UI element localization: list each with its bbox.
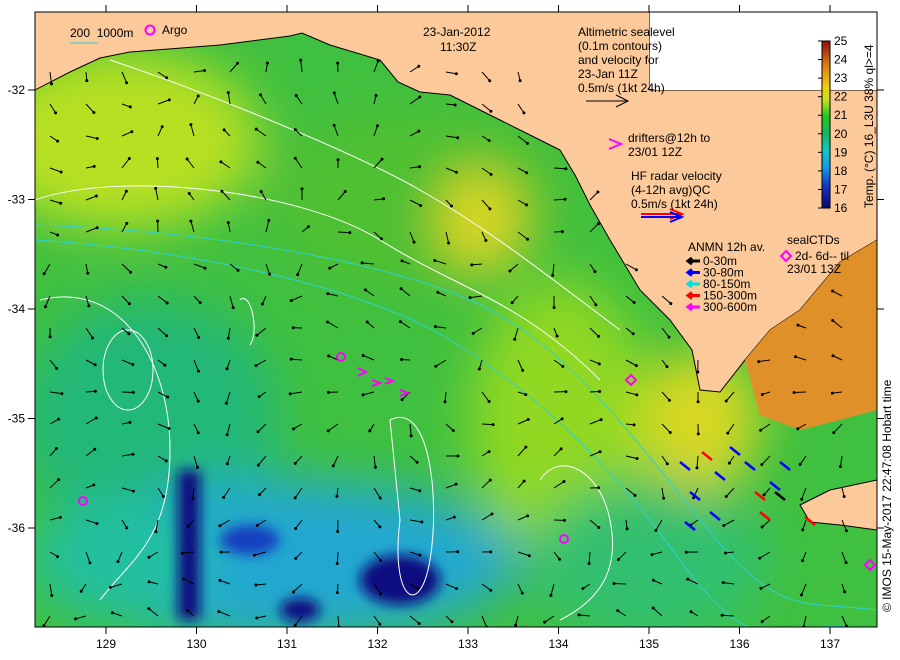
velocity-arrow bbox=[481, 423, 494, 426]
svg-text:23/01 12Z: 23/01 12Z bbox=[628, 145, 682, 159]
svg-text:23-Jan 11Z: 23-Jan 11Z bbox=[578, 67, 638, 81]
svg-text:0.5m/s (1kt 24h): 0.5m/s (1kt 24h) bbox=[578, 81, 665, 95]
colorbar-tick: 19 bbox=[834, 145, 848, 159]
x-tick-label: 132 bbox=[367, 637, 387, 651]
map-time: 11:30Z bbox=[440, 40, 476, 54]
svg-text:HF radar velocity: HF radar velocity bbox=[631, 169, 722, 183]
y-tick-label: -33 bbox=[8, 193, 26, 207]
depth-legend-label: 200 1000m bbox=[70, 26, 133, 40]
x-tick-label: 133 bbox=[458, 637, 478, 651]
colorbar-tick: 22 bbox=[834, 90, 848, 104]
velocity-arrow bbox=[337, 231, 350, 234]
x-tick-label: 130 bbox=[186, 637, 206, 651]
svg-text:2d- 6d-- til: 2d- 6d-- til bbox=[795, 249, 849, 263]
y-tick-label: -36 bbox=[8, 521, 26, 535]
velocity-arrow bbox=[614, 582, 627, 585]
colorbar-tick: 24 bbox=[834, 53, 848, 67]
svg-text:23/01 13Z: 23/01 13Z bbox=[787, 262, 841, 276]
y-tick-label: -35 bbox=[8, 412, 26, 426]
svg-text:Altimetric sealevel: Altimetric sealevel bbox=[578, 25, 675, 39]
y-tick-label: -32 bbox=[8, 83, 26, 97]
y-tick-label: -34 bbox=[8, 302, 26, 316]
argo-legend-label: Argo bbox=[162, 23, 188, 37]
svg-text:drifters@12h to: drifters@12h to bbox=[628, 131, 711, 145]
svg-text:0.5m/s (1kt 24h): 0.5m/s (1kt 24h) bbox=[631, 197, 718, 211]
colorbar-tick: 18 bbox=[834, 164, 848, 178]
colorbar-label: Temp. (°C) 16_L3U 38% ql>=4 bbox=[862, 44, 876, 208]
svg-text:(4-12h avg)QC: (4-12h avg)QC bbox=[631, 183, 711, 197]
colorbar-tick: 17 bbox=[834, 182, 848, 196]
map-date: 23-Jan-2012 bbox=[423, 25, 491, 39]
x-tick-label: 135 bbox=[639, 637, 659, 651]
colorbar-tick: 20 bbox=[834, 127, 848, 141]
velocity-arrow bbox=[794, 391, 807, 394]
colorbar-tick: 23 bbox=[834, 71, 848, 85]
x-tick-label: 136 bbox=[729, 637, 749, 651]
credit-text: © IMOS 15-May-2017 22:47:08 Hobart time bbox=[880, 379, 894, 612]
colorbar-tick: 25 bbox=[834, 34, 848, 48]
colorbar-tick: 16 bbox=[834, 201, 848, 215]
map-canvas: 129 130 131 132 133 134 135 136 137 -32 -33 -34 -35 -… bbox=[8, 5, 894, 651]
colorbar-tick: 21 bbox=[834, 108, 848, 122]
svg-text:and velocity for: and velocity for bbox=[578, 53, 659, 67]
x-tick-label: 134 bbox=[548, 637, 568, 651]
x-tick-label: 137 bbox=[820, 637, 840, 651]
svg-text:(0.1m contours): (0.1m contours) bbox=[578, 39, 662, 53]
svg-text:sealCTDs: sealCTDs bbox=[787, 233, 840, 247]
anmn-legend-label: 300-600m bbox=[703, 300, 757, 314]
sst-map: 129 130 131 132 133 134 135 136 137 -32 -33 -34 -35 -… bbox=[0, 0, 900, 660]
svg-text:ANMN 12h av.: ANMN 12h av. bbox=[688, 240, 765, 254]
x-tick-label: 131 bbox=[277, 637, 297, 651]
sst-field bbox=[35, 12, 877, 627]
x-tick-label: 129 bbox=[96, 637, 116, 651]
